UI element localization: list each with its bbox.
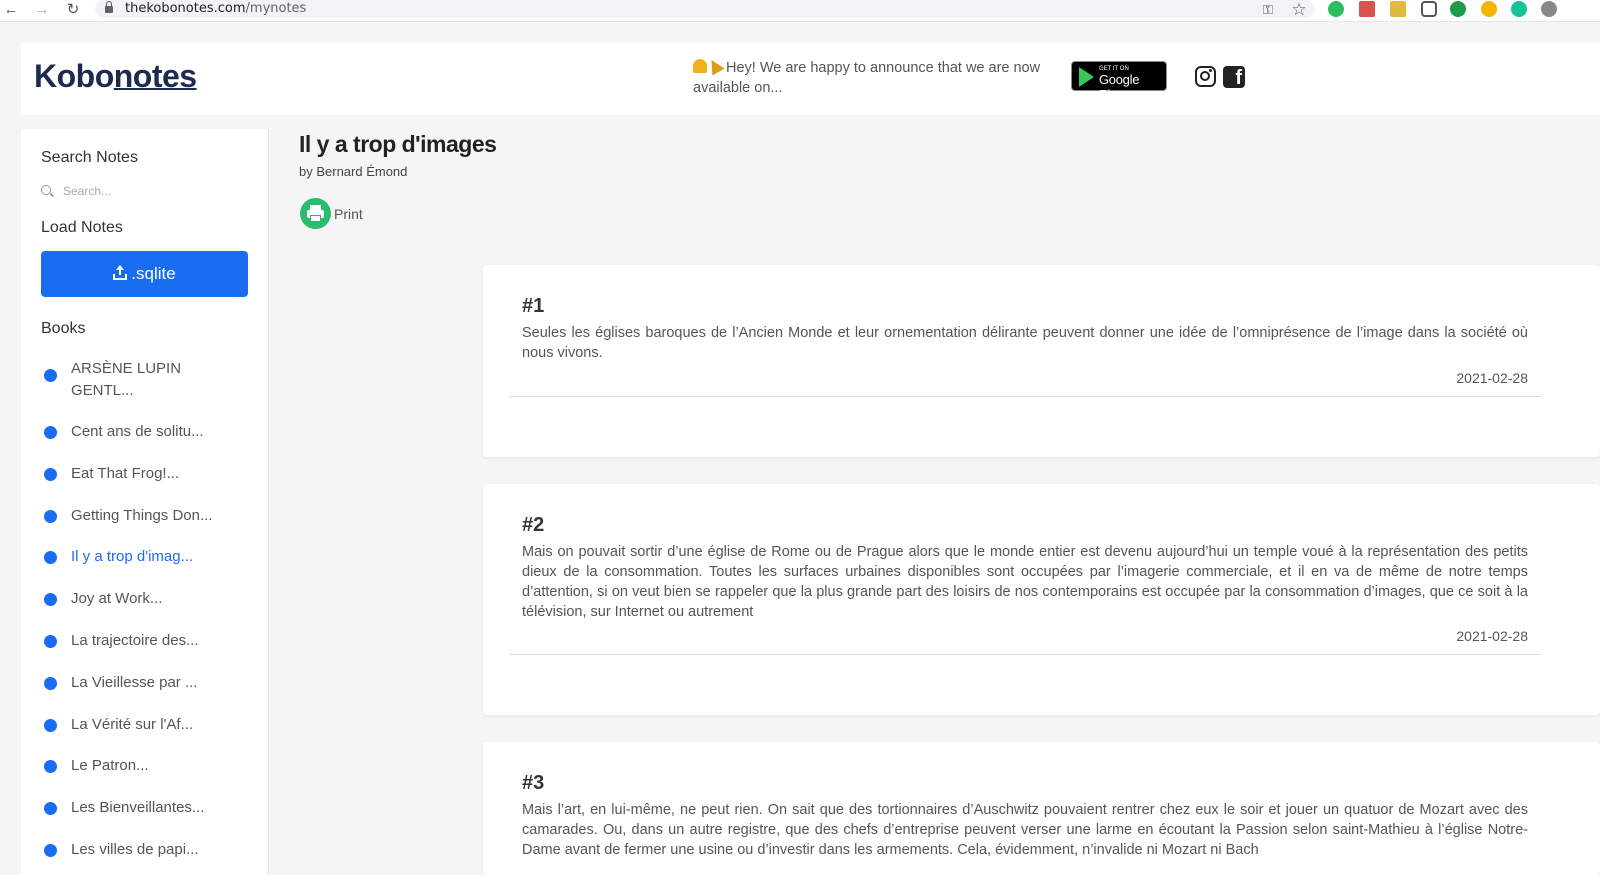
upload-icon: [113, 265, 128, 280]
grammarly-extension-icon[interactable]: [1511, 1, 1527, 17]
book-label: Joy at Work...: [71, 590, 163, 608]
book-bullet-icon: [44, 676, 57, 690]
upload-sqlite-button[interactable]: .sqlite: [41, 251, 248, 297]
book-bullet-icon: [44, 467, 57, 481]
lock-icon: [105, 1, 113, 13]
google-play-badge[interactable]: GET IT ON Google Play: [1071, 61, 1167, 102]
url-path: /mynotes: [245, 1, 307, 16]
book-bullet-icon: [44, 509, 57, 523]
logo[interactable]: Kobonotes: [34, 58, 197, 95]
note-divider: [509, 396, 1541, 397]
url-text[interactable]: thekobonotes.com/mynotes: [125, 1, 306, 16]
forward-icon[interactable]: →: [33, 1, 51, 19]
book-label: Le Patron...: [71, 757, 149, 775]
book-label: La trajectoire des...: [71, 632, 199, 649]
book-label: La Vérité sur l'Af...: [71, 715, 194, 733]
search-row: [41, 183, 241, 199]
browser-toolbar: ← → ↻ thekobonotes.com/mynotes ⚿ ☆: [0, 0, 1600, 22]
books-heading: Books: [41, 320, 86, 337]
sidebar-book-item[interactable]: Le Patron...: [41, 755, 149, 777]
book-label: Les Bienveillantes...: [71, 799, 205, 817]
upload-button-label: .sqlite: [131, 264, 176, 283]
book-label: Eat That Frog!...: [71, 464, 180, 482]
announcement: Hey! We are happy to announce that we ar…: [693, 56, 1043, 98]
note-card: #1 Seules les églises baroques de l’Anci…: [483, 265, 1600, 457]
book-label: Cent ans de solitu...: [71, 423, 204, 440]
sidebar-book-item[interactable]: Joy at Work...: [41, 588, 162, 610]
book-bullet-icon: [44, 593, 57, 607]
book-bullet-icon: [44, 551, 57, 565]
note-date: 2021-02-28: [1456, 628, 1528, 644]
star-icon[interactable]: ☆: [1290, 1, 1308, 19]
sidebar-book-item[interactable]: Cent ans de solitu...: [41, 421, 204, 443]
sidebar-book-item[interactable]: La trajectoire des...: [41, 630, 199, 652]
book-bullet-icon: [44, 718, 57, 732]
note-card: #3 Mais l’art, en lui-même, ne peut rien…: [483, 742, 1600, 875]
extension-icon[interactable]: [1359, 1, 1375, 17]
sidebar-book-item[interactable]: Les Bienveillantes...: [41, 797, 204, 819]
reload-icon[interactable]: ↻: [64, 1, 82, 19]
note-date: 2021-02-28: [1456, 370, 1528, 386]
announcement-text: Hey! We are happy to announce that we ar…: [693, 60, 1041, 96]
party-icon: [705, 56, 725, 76]
pocket-extension-icon[interactable]: [1421, 1, 1437, 17]
book-bullet-icon: [44, 635, 57, 648]
note-number: #3: [522, 772, 545, 794]
book-bullet-icon: [44, 426, 57, 439]
logo-prefix: Kobo: [34, 58, 114, 94]
load-heading: Load Notes: [41, 219, 123, 236]
sidebar-book-item[interactable]: La Vieillesse par ...: [41, 672, 197, 694]
extension-icon[interactable]: [1481, 1, 1497, 17]
extension-icon[interactable]: [1390, 1, 1406, 17]
sidebar: Search Notes Load Notes .sqlite Books AR…: [21, 129, 269, 875]
note-divider: [509, 654, 1541, 655]
search-icon: [41, 185, 51, 195]
book-label: Il y a trop d'imag...: [71, 548, 194, 566]
google-play-big-text: Google Play: [1099, 72, 1140, 102]
site-header: Kobonotes Hey! We are happy to announce …: [21, 43, 1600, 115]
printer-icon: [300, 198, 331, 229]
sidebar-book-item[interactable]: Les villes de papi...: [41, 839, 199, 861]
play-store-icon: [1079, 67, 1094, 87]
search-input[interactable]: [63, 183, 233, 199]
note-text: Seules les églises baroques de l’Ancien …: [522, 325, 1528, 361]
book-bullet-icon: [44, 802, 57, 816]
book-label: Les villes de papi...: [71, 841, 199, 858]
address-bar[interactable]: thekobonotes.com/mynotes: [95, 0, 1315, 18]
book-label: La Vieillesse par ...: [71, 673, 198, 691]
book-author: by Bernard Émond: [299, 164, 408, 179]
key-icon[interactable]: ⚿: [1259, 1, 1277, 19]
note-text: Mais l’art, en lui-même, ne peut rien. O…: [522, 802, 1528, 858]
evernote-extension-icon[interactable]: [1328, 1, 1344, 17]
print-label: Print: [334, 206, 363, 222]
book-bullet-icon: [44, 369, 57, 382]
note-number: #2: [522, 514, 545, 536]
book-bullet-icon: [44, 844, 57, 857]
page-title: Il y a trop d'images: [299, 131, 497, 157]
instagram-icon[interactable]: [1195, 66, 1216, 87]
extension-icon[interactable]: [1541, 1, 1557, 17]
note-number: #1: [522, 295, 545, 317]
facebook-icon[interactable]: f: [1223, 66, 1245, 88]
extension-icon[interactable]: [1450, 1, 1466, 17]
logo-suffix: notes: [113, 58, 197, 94]
note-card: #2 Mais on pouvait sortir d’une église d…: [483, 484, 1600, 715]
sidebar-book-item[interactable]: ARSÈNE LUPIN GENTL...: [41, 358, 191, 402]
note-text: Mais on pouvait sortir d’une église de R…: [522, 544, 1528, 620]
sidebar-book-item[interactable]: Getting Things Don...: [41, 505, 212, 527]
back-icon[interactable]: ←: [2, 1, 20, 19]
bell-icon: [693, 59, 707, 73]
search-heading: Search Notes: [41, 149, 138, 166]
url-domain: thekobonotes.com: [125, 1, 246, 16]
sidebar-book-item[interactable]: Eat That Frog!...: [41, 463, 179, 485]
sidebar-book-item[interactable]: Il y a trop d'imag...: [41, 546, 193, 568]
book-label: Getting Things Don...: [71, 506, 213, 524]
sidebar-book-item[interactable]: La Vérité sur l'Af...: [41, 714, 193, 736]
book-bullet-icon: [44, 760, 57, 774]
book-label: ARSÈNE LUPIN GENTL...: [71, 360, 182, 399]
